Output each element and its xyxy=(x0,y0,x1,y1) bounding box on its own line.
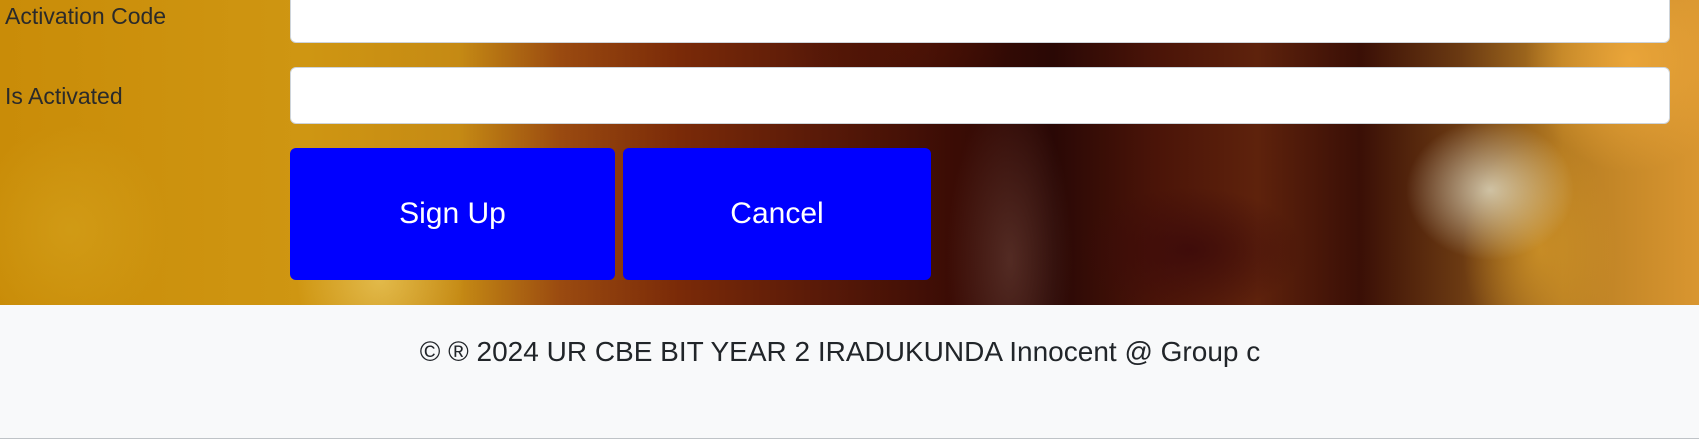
activation-code-label: Activation Code xyxy=(5,3,167,29)
sign-up-button[interactable]: Sign Up xyxy=(290,148,615,280)
copyright-text: © ® 2024 UR CBE BIT YEAR 2 IRADUKUNDA In… xyxy=(419,336,1261,367)
activation-code-input[interactable] xyxy=(290,0,1670,43)
is-activated-input[interactable] xyxy=(290,67,1670,124)
page: Activation Code Is Activated Sign Up Can… xyxy=(0,0,1699,439)
cancel-button[interactable]: Cancel xyxy=(623,148,931,280)
footer: © ® 2024 UR CBE BIT YEAR 2 IRADUKUNDA In… xyxy=(0,305,1699,439)
background-image: Activation Code Is Activated Sign Up Can… xyxy=(0,0,1699,305)
is-activated-label: Is Activated xyxy=(5,83,123,109)
